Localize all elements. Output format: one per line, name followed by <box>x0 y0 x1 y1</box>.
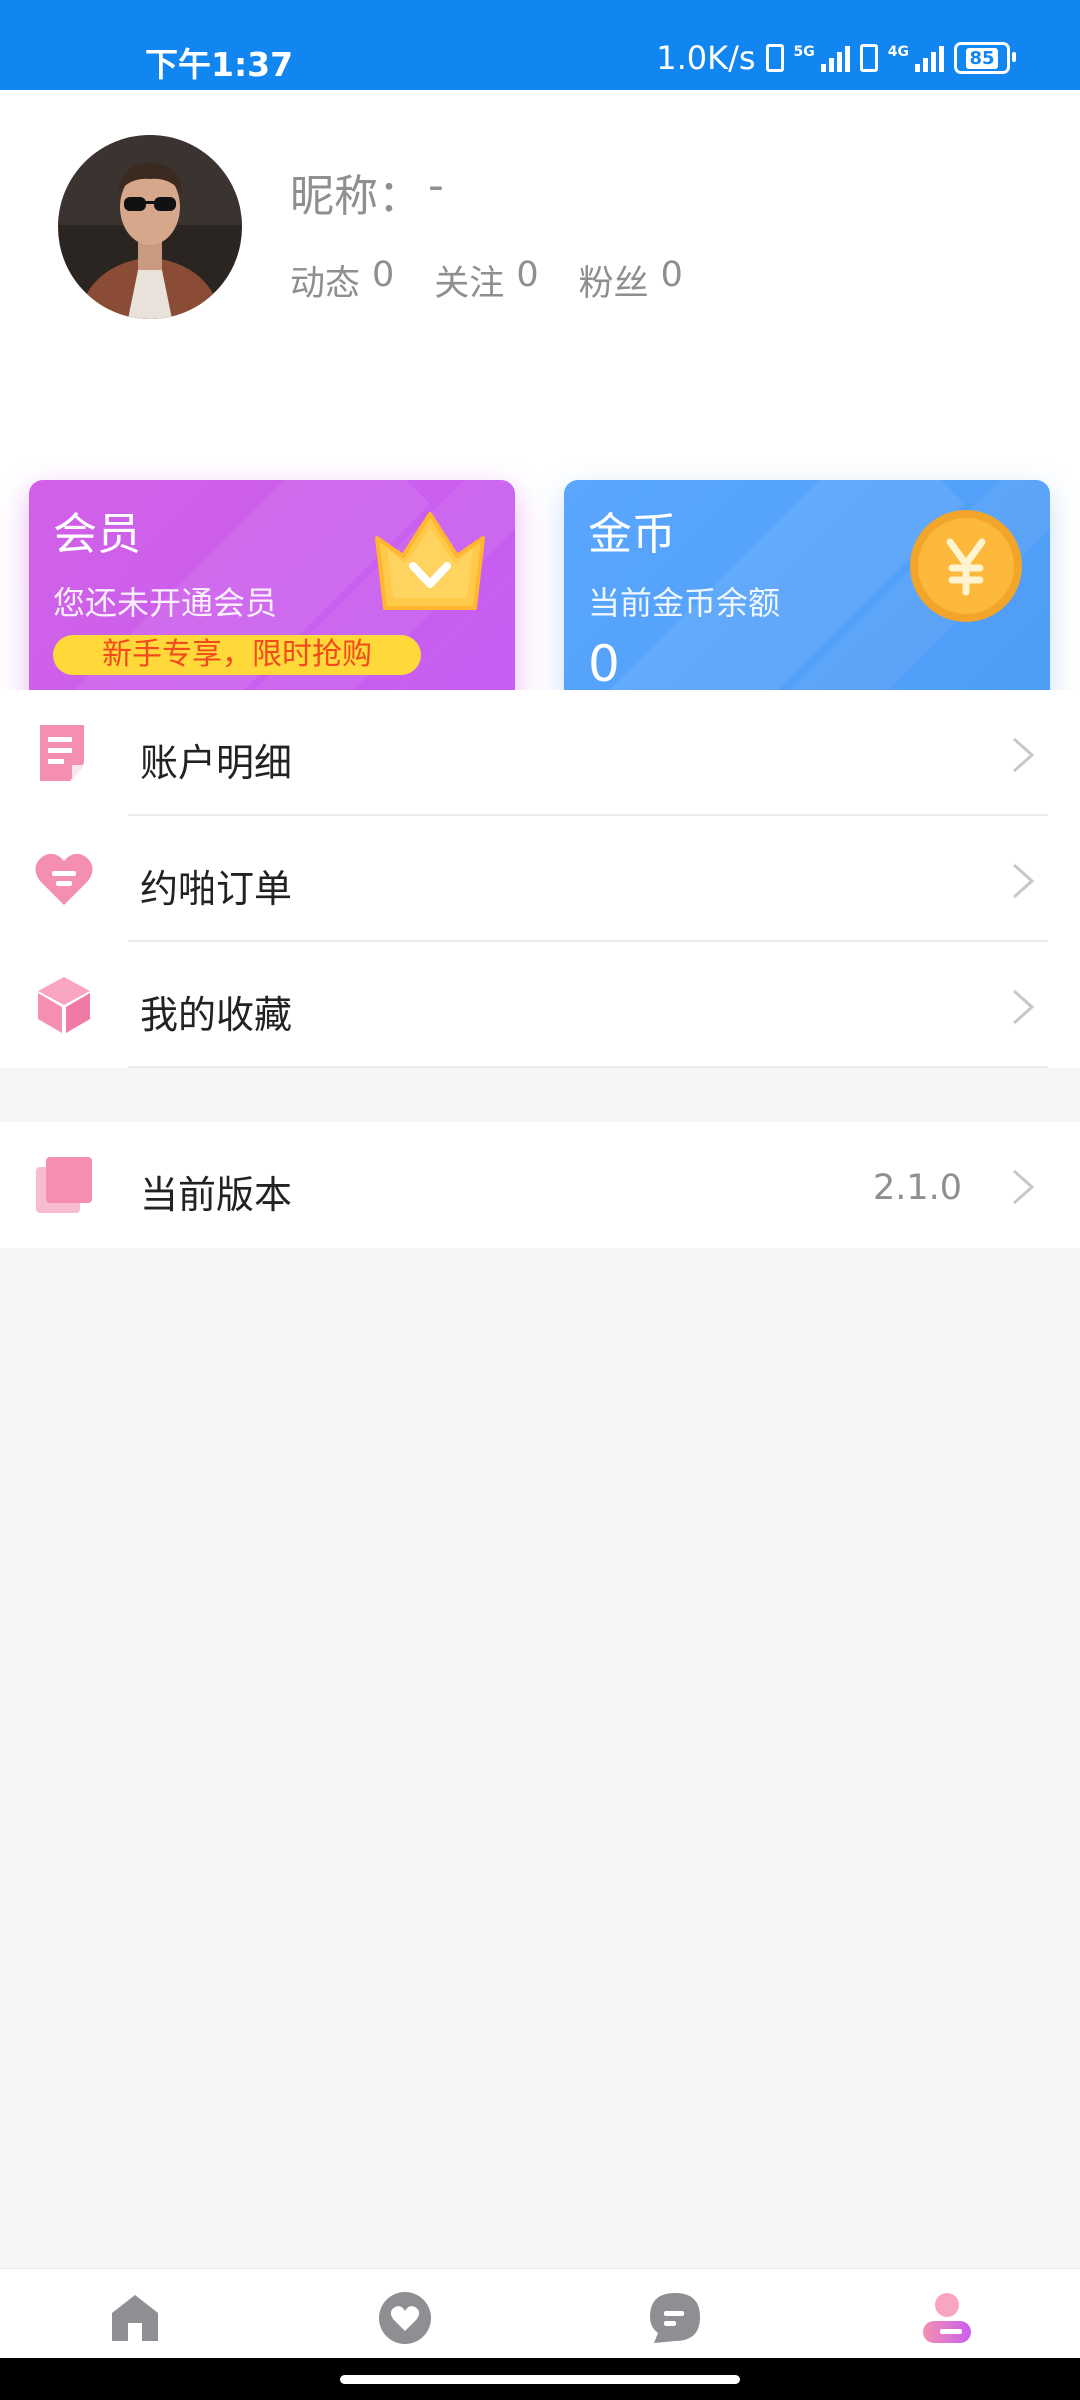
battery-icon: 85 <box>954 42 1016 74</box>
coin-balance: 0 <box>588 635 620 693</box>
stat-following[interactable]: 关注 0 <box>434 255 538 306</box>
profile-stats: 动态 0 关注 0 粉丝 0 <box>290 255 683 306</box>
stat-fans[interactable]: 粉丝 0 <box>579 255 683 306</box>
stat-value: 0 <box>660 255 683 295</box>
stat-value: 0 <box>372 255 395 295</box>
coin-card-subtitle: 当前金币余额 <box>588 584 781 622</box>
profile-icon <box>923 2293 971 2343</box>
vip-card-subtitle: 您还未开通会员 <box>53 584 278 622</box>
nickname: 昵称： - <box>290 160 444 224</box>
nav-favorites[interactable] <box>378 2291 432 2345</box>
home-indicator[interactable] <box>340 2375 740 2384</box>
nav-home[interactable] <box>108 2291 162 2345</box>
chevron-right-icon <box>1008 987 1038 1027</box>
bottom-nav <box>0 2268 1080 2359</box>
menu-list: 账户明细 约啪订单 我的收藏 <box>0 690 1080 1068</box>
menu-item-favorites[interactable]: 我的收藏 <box>0 942 1080 1068</box>
box-icon <box>34 975 94 1035</box>
chevron-right-icon <box>1008 861 1038 901</box>
heart-chat-icon <box>34 849 94 909</box>
nav-messages[interactable] <box>648 2291 702 2345</box>
menu-label: 我的收藏 <box>140 993 293 1037</box>
menu-item-orders[interactable]: 约啪订单 <box>0 816 1080 942</box>
menu-item-version[interactable]: 当前版本 2.1.0 <box>0 1122 1080 1248</box>
status-time: 下午1:37 <box>145 45 294 84</box>
chevron-right-icon <box>1008 1167 1038 1207</box>
sim-icon <box>859 44 878 72</box>
system-home-bar <box>0 2358 1080 2400</box>
profile-header: 昵称： - 动态 0 关注 0 粉丝 0 会员 您还未开通会员 新手专享，限时抢… <box>0 90 1080 738</box>
stat-label: 动态 <box>290 264 361 304</box>
layers-icon <box>34 1155 94 1215</box>
sim2-type: 4G <box>887 44 909 60</box>
coin-card-title: 金币 <box>588 509 676 560</box>
stat-value: 0 <box>516 255 539 295</box>
sim-icon <box>765 44 784 72</box>
status-bar: 下午1:37 1.0K/s 5G 4G 85 <box>0 0 1080 90</box>
sim1-type: 5G <box>793 44 815 60</box>
version-number: 2.1.0 <box>872 1168 962 1208</box>
stat-label: 粉丝 <box>578 264 649 304</box>
profile-page: 下午1:37 1.0K/s 5G 4G 85 昵称： - 动态 0 关注 0 粉… <box>0 0 1080 2400</box>
nickname-value: - <box>428 160 444 211</box>
home-icon <box>112 2295 158 2341</box>
version-section: 当前版本 2.1.0 <box>0 1122 1080 1248</box>
heart-icon <box>379 2292 431 2344</box>
promo-badge[interactable]: 新手专享，限时抢购 <box>53 635 421 675</box>
nickname-label: 昵称： <box>290 171 422 222</box>
document-icon <box>34 723 94 783</box>
vip-card-title: 会员 <box>53 509 141 560</box>
battery-level: 85 <box>966 47 998 69</box>
menu-label: 账户明细 <box>140 741 293 785</box>
crown-icon <box>371 508 489 616</box>
network-speed: 1.0K/s <box>656 39 756 77</box>
status-indicators: 1.0K/s 5G 4G 85 <box>656 38 1016 78</box>
chevron-right-icon <box>1008 735 1038 775</box>
avatar[interactable] <box>58 135 242 319</box>
menu-label: 当前版本 <box>140 1173 293 1217</box>
yuan-coin-icon <box>908 508 1024 628</box>
menu-label: 约啪订单 <box>140 867 293 911</box>
signal-5g-icon: 5G <box>794 44 850 72</box>
chat-icon <box>650 2293 700 2343</box>
stat-label: 关注 <box>434 264 505 304</box>
nav-profile[interactable] <box>920 2291 974 2345</box>
signal-4g-icon: 4G <box>888 44 944 72</box>
menu-item-account-details[interactable]: 账户明细 <box>0 690 1080 816</box>
stat-posts[interactable]: 动态 0 <box>290 255 394 306</box>
